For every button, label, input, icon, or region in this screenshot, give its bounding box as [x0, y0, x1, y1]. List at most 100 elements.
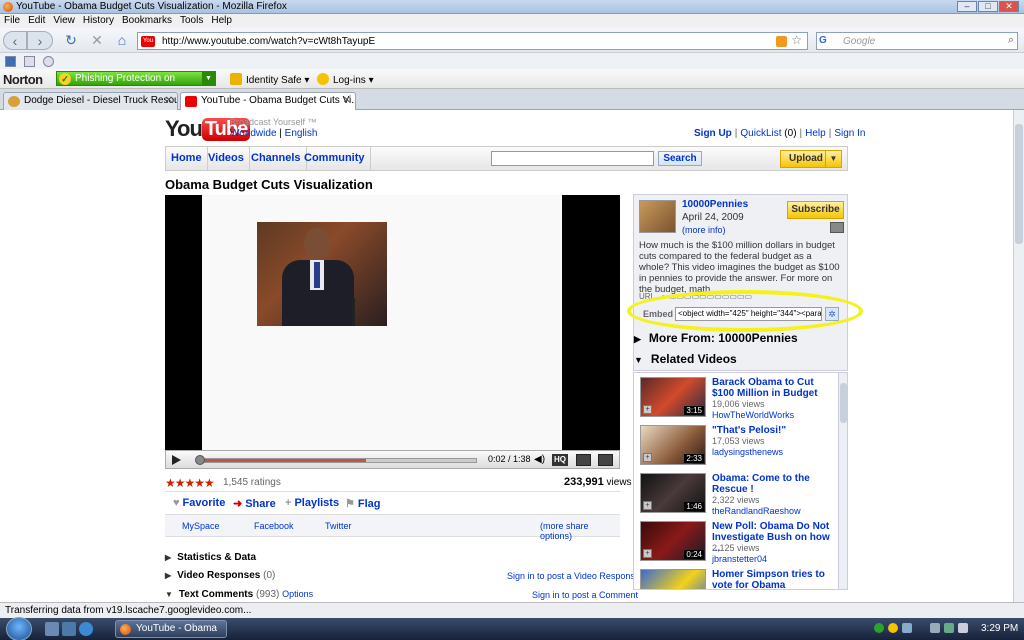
- menu-edit[interactable]: Edit: [24, 14, 49, 27]
- subscribe-button[interactable]: Subscribe: [787, 201, 844, 219]
- tab-youtube[interactable]: YouTube - Obama Budget Cuts Vi... ✕: [180, 92, 356, 110]
- logins-menu[interactable]: Log-ins ▾: [317, 73, 374, 86]
- english-link[interactable]: English: [285, 128, 318, 139]
- tab-videos[interactable]: Videos: [203, 147, 250, 170]
- text-comments-section[interactable]: ▼ Text Comments (993) Options: [165, 589, 313, 600]
- menu-history[interactable]: History: [79, 14, 118, 27]
- bookmark-star-icon[interactable]: ☆: [791, 33, 802, 47]
- share-myspace[interactable]: MySpace: [182, 521, 220, 531]
- video-thumbnail[interactable]: [640, 569, 706, 589]
- taskbar-firefox-window[interactable]: YouTube - Obama ...: [115, 620, 227, 640]
- menu-help[interactable]: Help: [207, 14, 236, 27]
- back-button[interactable]: ‹: [3, 31, 27, 50]
- hq-button[interactable]: HQ: [552, 454, 568, 466]
- playlists-button[interactable]: + Playlists: [285, 497, 339, 509]
- close-tab-icon[interactable]: ✕: [165, 93, 173, 109]
- tab-dodge-diesel[interactable]: Dodge Diesel - Diesel Truck Resourc... ✕: [3, 92, 178, 110]
- identity-safe-menu[interactable]: Identity Safe ▾: [230, 73, 309, 86]
- related-title[interactable]: Barack Obama to Cut $100 Million in Budg…: [712, 377, 834, 399]
- close-tab-icon[interactable]: ✕: [343, 93, 351, 109]
- add-icon[interactable]: +: [643, 501, 652, 510]
- related-author[interactable]: ladysingsthenews: [712, 447, 783, 457]
- seek-handle[interactable]: [195, 455, 205, 465]
- related-video-item[interactable]: +2:33 "That's Pelosi!" 17,053 views lady…: [640, 423, 836, 468]
- volume-icon[interactable]: ◀): [534, 454, 545, 465]
- share-button[interactable]: ➜ Share: [233, 497, 276, 510]
- forward-button[interactable]: ›: [27, 31, 53, 50]
- favorite-button[interactable]: ♥ Favorite: [173, 497, 225, 509]
- chevron-down-icon[interactable]: ▼: [825, 151, 841, 167]
- signup-link[interactable]: Sign Up: [694, 128, 732, 139]
- menu-tools[interactable]: Tools: [176, 14, 207, 27]
- related-title[interactable]: Obama: Come to the Rescue !: [712, 473, 834, 495]
- rss-icon[interactable]: [776, 36, 787, 47]
- video-thumbnail[interactable]: +3:15: [640, 377, 706, 417]
- minimize-button[interactable]: –: [957, 1, 977, 12]
- rating-stars[interactable]: ★★★★★: [165, 476, 215, 490]
- video-thumbnail[interactable]: +0:24: [640, 521, 706, 561]
- channel-avatar[interactable]: [639, 200, 676, 233]
- seek-bar[interactable]: [199, 458, 477, 463]
- add-icon[interactable]: +: [643, 405, 652, 414]
- related-video-item[interactable]: +1:46 Obama: Come to the Rescue ! 2,322 …: [640, 471, 836, 516]
- fullscreen-icon[interactable]: [598, 454, 613, 466]
- statistics-section[interactable]: ▶ Statistics & Data: [165, 552, 256, 563]
- network-icon[interactable]: [874, 623, 884, 633]
- video-player[interactable]: [165, 195, 620, 450]
- video-frame[interactable]: [202, 195, 562, 450]
- post-video-response-link[interactable]: Sign in to post a Video Response: [507, 571, 640, 581]
- internet-explorer-icon[interactable]: [79, 622, 93, 636]
- tray-icon[interactable]: [930, 623, 940, 633]
- more-share-options[interactable]: (more share options): [540, 521, 620, 541]
- menu-file[interactable]: File: [0, 14, 24, 27]
- volume-tray-icon[interactable]: [958, 623, 968, 633]
- tray-icon[interactable]: [902, 623, 912, 633]
- related-scrollbar[interactable]: [838, 373, 847, 589]
- related-video-item[interactable]: +3:15 Barack Obama to Cut $100 Million i…: [640, 375, 836, 420]
- reload-icon[interactable]: ↻: [62, 31, 80, 50]
- flag-button[interactable]: ⚑ Flag: [345, 497, 381, 510]
- related-video-item[interactable]: Homer Simpson tries to vote for Obama: [640, 567, 836, 589]
- start-button[interactable]: [6, 617, 32, 640]
- related-author[interactable]: theRandlandRaeshow: [712, 506, 801, 516]
- flag-channel-icon[interactable]: [830, 222, 844, 233]
- popout-icon[interactable]: [576, 454, 591, 466]
- channel-name[interactable]: 10000Pennies: [682, 199, 748, 210]
- video-thumbnail[interactable]: +2:33: [640, 425, 706, 465]
- google-engine-icon[interactable]: G: [819, 35, 827, 46]
- related-title[interactable]: Homer Simpson tries to vote for Obama: [712, 569, 834, 589]
- more-from-section[interactable]: ▶ More From: 10000Pennies: [634, 331, 798, 345]
- maximize-button[interactable]: □: [978, 1, 998, 12]
- help-link[interactable]: Help: [805, 128, 826, 139]
- add-icon[interactable]: +: [643, 549, 652, 558]
- tray-icon[interactable]: [944, 623, 954, 633]
- related-author[interactable]: HowTheWorldWorks: [712, 410, 794, 420]
- related-title[interactable]: "That's Pelosi!": [712, 425, 834, 436]
- related-video-item[interactable]: +0:24 New Poll: Obama Do Not Investigate…: [640, 519, 836, 564]
- post-comment-link[interactable]: Sign in to post a Comment: [532, 590, 638, 600]
- norton-tray-icon[interactable]: [888, 623, 898, 633]
- video-responses-section[interactable]: ▶ Video Responses (0): [165, 570, 275, 581]
- worldwide-link[interactable]: Worldwide: [230, 128, 277, 139]
- youtube-search-input[interactable]: [491, 151, 654, 166]
- related-videos-header[interactable]: ▼ Related Videos: [634, 352, 737, 366]
- home-icon[interactable]: ⌂: [113, 31, 131, 50]
- share-twitter[interactable]: Twitter: [325, 521, 352, 531]
- comments-options-link[interactable]: Options: [282, 589, 313, 599]
- phishing-protection-toggle[interactable]: ✓ Phishing Protection on ▼: [56, 71, 216, 86]
- play-icon[interactable]: [172, 455, 181, 465]
- chevron-down-icon[interactable]: ▼: [202, 72, 215, 85]
- menu-bookmarks[interactable]: Bookmarks: [118, 14, 176, 27]
- video-thumbnail[interactable]: +1:46: [640, 473, 706, 513]
- switch-windows-icon[interactable]: [62, 622, 76, 636]
- tab-home[interactable]: Home: [166, 147, 208, 170]
- add-icon[interactable]: +: [643, 453, 652, 462]
- page-scrollbar[interactable]: [1013, 110, 1024, 602]
- more-info-link[interactable]: (more info): [682, 225, 726, 235]
- url-bar[interactable]: You http://www.youtube.com/watch?v=cWt8h…: [137, 32, 808, 50]
- tab-community[interactable]: Community: [299, 147, 371, 170]
- scrollbar-thumb[interactable]: [1015, 124, 1023, 244]
- signin-link[interactable]: Sign In: [834, 128, 865, 139]
- search-magnifier-icon[interactable]: ⌕: [1008, 34, 1014, 47]
- scrollbar-thumb[interactable]: [840, 383, 847, 423]
